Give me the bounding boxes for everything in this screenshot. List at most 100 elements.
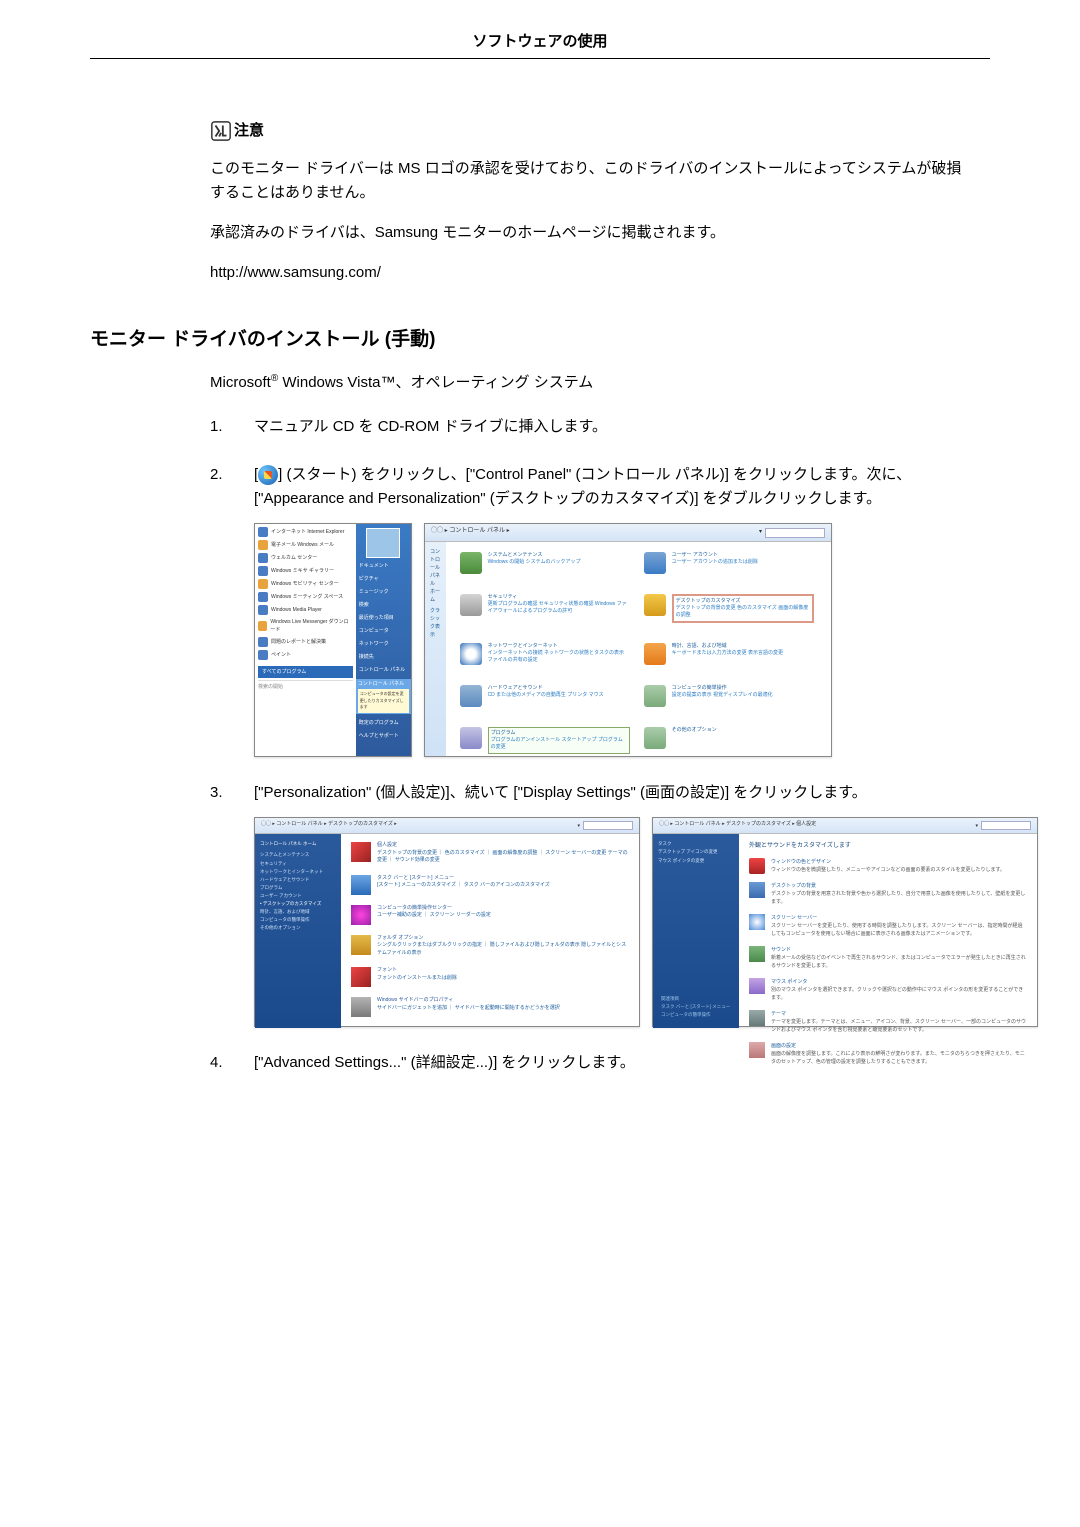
app-label: ペイント	[271, 651, 291, 659]
item-icon	[351, 905, 371, 925]
breadcrumb: ▸ コントロール パネル ▸	[445, 528, 510, 534]
item-title: サウンド	[771, 946, 1027, 954]
item-sub: シングルクリックまたはダブルクリックの指定 ｜ 隠しファイルおよび隠しフォルダの…	[377, 942, 629, 957]
step-number: 3.	[210, 781, 234, 805]
category-sub: 設定の提案の表示 視覚ディスプレイの最適化	[672, 692, 773, 699]
app-icon	[258, 621, 267, 631]
app-icon	[258, 579, 268, 589]
side-link: セキュリティ	[260, 860, 336, 868]
appearance-item: フォントフォントのインストールまたは削除	[351, 967, 629, 987]
system-suffix: Windows Vista™、オペレーティング システム	[278, 374, 593, 391]
start-menu-item: ペイント	[258, 650, 353, 660]
start-right-item: ミュージック	[359, 588, 408, 596]
item-icon	[749, 882, 765, 898]
step-number: 1.	[210, 415, 234, 439]
app-label: 問題のレポートと解決策	[271, 638, 326, 646]
app-label: Windows ミキサ ギャラリー	[271, 567, 334, 575]
app-label: Windows ミーティング スペース	[271, 593, 343, 601]
side-related: コンピュータの簡単操作	[661, 1011, 730, 1019]
category-sub: ユーザー アカウントの追加または削除	[672, 559, 758, 566]
side-link: コンピュータの簡単操作	[260, 916, 336, 924]
note-text-2: 承認済みのドライバは、Samsung モニターのホームページに掲載されます。	[210, 221, 970, 245]
start-menu-item: Windows ミーティング スペース	[258, 592, 353, 602]
start-right-item: コントロール パネルコンピュータの設定を変更したりカスタマイズします	[356, 679, 411, 713]
personalization-item: 画面の設定画面の解像度を調整します。これにより表示の鮮明さが変わります。また、モ…	[749, 1042, 1027, 1066]
system-prefix: Microsoft	[210, 374, 271, 391]
category-sub: Windows の開始 システムのバックアップ	[488, 559, 581, 566]
system-line: Microsoft® Windows Vista™、オペレーティング システム	[210, 371, 990, 395]
page-header: ソフトウェアの使用	[90, 30, 990, 59]
item-icon	[749, 946, 765, 962]
start-right-item: ヘルプとサポート	[359, 732, 408, 740]
category-icon	[644, 594, 666, 616]
category-icon	[460, 685, 482, 707]
start-menu-item: Windows ミキサ ギャラリー	[258, 566, 353, 576]
item-icon	[749, 978, 765, 994]
step-text-post: ] (スタート) をクリックし、["Control Panel" (コントロール…	[254, 466, 911, 507]
personalization-item: ウィンドウの色とデザインウィンドウの色を微調整したり、メニューやアイコンなどの画…	[749, 858, 1027, 874]
appearance-item: Windows サイドバーのプロパティサイドバーにガジェットを追加 ｜ サイドバ…	[351, 997, 629, 1017]
app-icon	[258, 540, 268, 550]
search-box	[583, 821, 633, 830]
app-label: Windows モビリティ センター	[271, 580, 339, 588]
side-link: マウス ポインタの変更	[658, 857, 734, 865]
category-sub: デスクトップの背景の変更 色のカスタマイズ 画面の解像度の調整	[676, 605, 810, 619]
category-icon	[644, 552, 666, 574]
personalization-item: サウンド新着メールの受信などのイベントで再生されるサウンド、またはコンピュータで…	[749, 946, 1027, 970]
item-sub: 別のマウス ポインタを選択できます。クリックや選択などの動作中にマウス ポインタ…	[771, 986, 1027, 1002]
side-link: • デスクトップのカスタマイズ	[260, 900, 336, 908]
app-icon	[258, 566, 268, 576]
step-1: 1. マニュアル CD を CD-ROM ドライブに挿入します。	[210, 415, 970, 439]
category-icon	[460, 727, 482, 749]
appearance-item: コンピュータの簡単操作センターユーザー補助の設定 ｜ スクリーン リーダーの設定	[351, 905, 629, 925]
note-text-1: このモニター ドライバーは MS ロゴの承認を受けており、このドライバのインスト…	[210, 157, 970, 205]
side-head: コントロール パネル ホーム	[260, 840, 336, 848]
cp-category: プログラムプログラムのアンインストール スタートアップ プログラムの変更	[460, 727, 630, 754]
page-header-title: ソフトウェアの使用	[472, 33, 607, 50]
app-icon	[258, 553, 268, 563]
start-menu-item: 問題のレポートと解決策	[258, 637, 353, 647]
start-menu-item: ウェルカム センター	[258, 553, 353, 563]
start-orb-icon	[258, 465, 278, 485]
start-right-item: 既定のプログラム	[359, 719, 408, 727]
screenshot-start-menu: インターネット Internet Explorer 電子メール Windows メ…	[254, 523, 412, 757]
start-search: 検索の開始	[258, 680, 353, 691]
app-label: 電子メール Windows メール	[271, 541, 334, 549]
start-menu-item: Windows Media Player	[258, 605, 353, 615]
cp-category: デスクトップのカスタマイズデスクトップの背景の変更 色のカスタマイズ 画面の解像…	[644, 594, 814, 623]
item-sub: フォントのインストールまたは削除	[377, 975, 457, 983]
category-sub: プログラムのアンインストール スタートアップ プログラムの変更	[491, 737, 627, 751]
item-icon	[351, 875, 371, 895]
personalization-item: スクリーン セーバースクリーン セーバーを変更したり、使用する時間を調整したりし…	[749, 914, 1027, 938]
cp-category: ユーザー アカウントユーザー アカウントの追加または削除	[644, 552, 814, 574]
side-link: プログラム	[260, 884, 336, 892]
start-right-item: コントロール パネル	[359, 666, 408, 674]
all-programs: すべてのプログラム	[258, 666, 353, 678]
app-icon	[258, 527, 268, 537]
personalization-item: マウス ポインタ別のマウス ポインタを選択できます。クリックや選択などの動作中に…	[749, 978, 1027, 1002]
note-label: 注意	[234, 119, 264, 143]
side-link: ネットワークとインターネット	[260, 868, 336, 876]
item-title: 個人設定	[377, 842, 629, 850]
side-link: ハードウェアとサウンド	[260, 876, 336, 884]
category-title: その他のオプション	[672, 727, 717, 734]
appearance-item: フォルダ オプションシングルクリックまたはダブルクリックの指定 ｜ 隠しファイル…	[351, 935, 629, 958]
start-right-item: 検索	[359, 601, 408, 609]
app-icon	[258, 650, 268, 660]
item-icon	[749, 1042, 765, 1058]
app-icon	[258, 637, 268, 647]
cp-category: システムとメンテナンスWindows の開始 システムのバックアップ	[460, 552, 630, 574]
item-sub: ウィンドウの色を微調整したり、メニューやアイコンなどの画面の要素のスタイルを変更…	[771, 866, 1005, 874]
section-title: モニター ドライバのインストール (手動)	[90, 325, 990, 355]
item-sub: 画面の解像度を調整します。これにより表示の鮮明さが変わります。また、モニタのちら…	[771, 1050, 1027, 1066]
appearance-item: タスク バーと [スタート] メニュー[スタート] メニューのカスタマイズ ｜ …	[351, 875, 629, 895]
side-link: デスクトップ アイコンの変更	[658, 848, 734, 856]
appearance-item: 個人設定デスクトップの背景の変更 ｜ 色のカスタマイズ ｜ 画面の解像度の調整 …	[351, 842, 629, 865]
app-label: Windows Media Player	[271, 606, 322, 614]
step-3: 3. ["Personalization" (個人設定)]、続いて ["Disp…	[210, 781, 970, 1027]
app-label: インターネット Internet Explorer	[271, 528, 344, 536]
start-right-item: ドキュメント	[359, 562, 408, 570]
item-sub: 新着メールの受信などのイベントで再生されるサウンド、またはコンピュータでエラーが…	[771, 954, 1027, 970]
item-sub: ユーザー補助の設定 ｜ スクリーン リーダーの設定	[377, 912, 491, 920]
item-title: デスクトップの背景	[771, 882, 1027, 890]
